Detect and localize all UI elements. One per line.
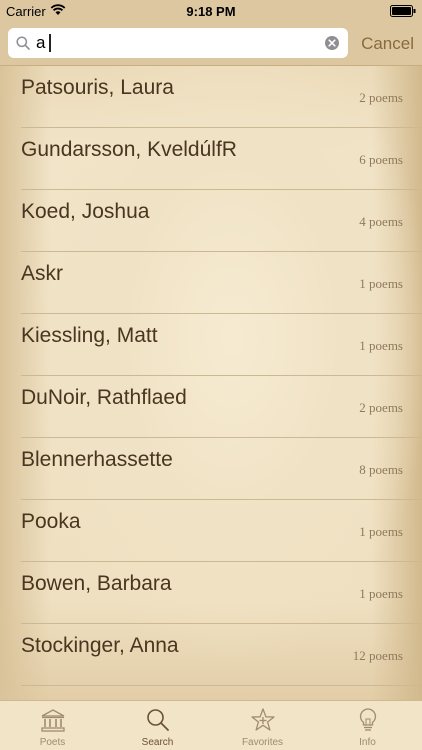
poem-count: 2 poems xyxy=(359,90,403,105)
poet-results-list: Patsouris, Laura 2 poems Gundarsson, Kve… xyxy=(0,66,422,700)
poet-name: Blennerhassette xyxy=(21,448,173,471)
poet-name: Gundarsson, KveldúlfR xyxy=(21,138,237,161)
battery-icon xyxy=(390,5,416,17)
poem-count: 8 poems xyxy=(359,462,403,477)
list-item[interactable]: Pooka 1 poems xyxy=(21,500,422,562)
search-input[interactable] xyxy=(36,28,316,58)
cancel-button[interactable]: Cancel xyxy=(361,22,414,66)
museum-icon xyxy=(41,709,65,732)
tab-favorites[interactable]: Favorites xyxy=(210,701,315,750)
poem-count: 1 poems xyxy=(359,586,403,601)
tab-poets[interactable]: Poets xyxy=(0,701,105,750)
search-field[interactable] xyxy=(8,28,348,58)
poet-name: Koed, Joshua xyxy=(21,200,150,223)
poem-count: 6 poems xyxy=(359,152,403,167)
tab-search[interactable]: Search xyxy=(105,701,210,750)
clock-label: 9:18 PM xyxy=(186,4,236,19)
tab-info[interactable]: Info xyxy=(315,701,420,750)
poem-count: 1 poems xyxy=(359,338,403,353)
text-caret xyxy=(49,34,51,52)
tab-bar: Poets Search Favorites Info xyxy=(0,700,422,750)
poem-count: 1 poems xyxy=(359,524,403,539)
search-icon xyxy=(147,709,169,731)
poet-name: Askr xyxy=(21,262,63,285)
list-item[interactable]: Patsouris, Laura 2 poems xyxy=(21,66,422,128)
poem-count: 1 poems xyxy=(359,276,403,291)
lightbulb-icon xyxy=(359,708,377,731)
list-item[interactable]: Askr 1 poems xyxy=(21,252,422,314)
list-item[interactable]: Stockinger, Anna 12 poems xyxy=(21,624,422,686)
poem-count: 2 poems xyxy=(359,400,403,415)
clear-icon[interactable] xyxy=(324,35,340,51)
poet-name: Pooka xyxy=(21,510,81,533)
list-item[interactable]: Bowen, Barbara 1 poems xyxy=(21,562,422,624)
list-item[interactable]: Blennerhassette 8 poems xyxy=(21,438,422,500)
poet-name: DuNoir, Rathflaed xyxy=(21,386,187,409)
search-bar: Cancel xyxy=(0,22,422,66)
list-item[interactable]: DuNoir, Rathflaed 2 poems xyxy=(21,376,422,438)
poem-count: 12 poems xyxy=(352,648,403,663)
search-icon xyxy=(16,36,30,50)
tab-label: Info xyxy=(359,737,376,748)
tab-label: Favorites xyxy=(241,737,284,748)
poet-name: Kiessling, Matt xyxy=(21,324,158,347)
tab-label: Poets xyxy=(39,737,66,748)
poet-name: Bowen, Barbara xyxy=(21,572,172,595)
list-item[interactable]: Gundarsson, KveldúlfR 6 poems xyxy=(21,128,422,190)
poet-name: Patsouris, Laura xyxy=(21,76,174,99)
poem-count: 4 poems xyxy=(359,214,403,229)
tab-label: Search xyxy=(141,737,174,748)
star-icon xyxy=(251,708,275,731)
poet-name: Stockinger, Anna xyxy=(21,634,179,657)
list-item[interactable]: Kiessling, Matt 1 poems xyxy=(21,314,422,376)
status-bar: Carrier 9:18 PM xyxy=(0,0,422,22)
list-item[interactable]: Koed, Joshua 4 poems xyxy=(21,190,422,252)
